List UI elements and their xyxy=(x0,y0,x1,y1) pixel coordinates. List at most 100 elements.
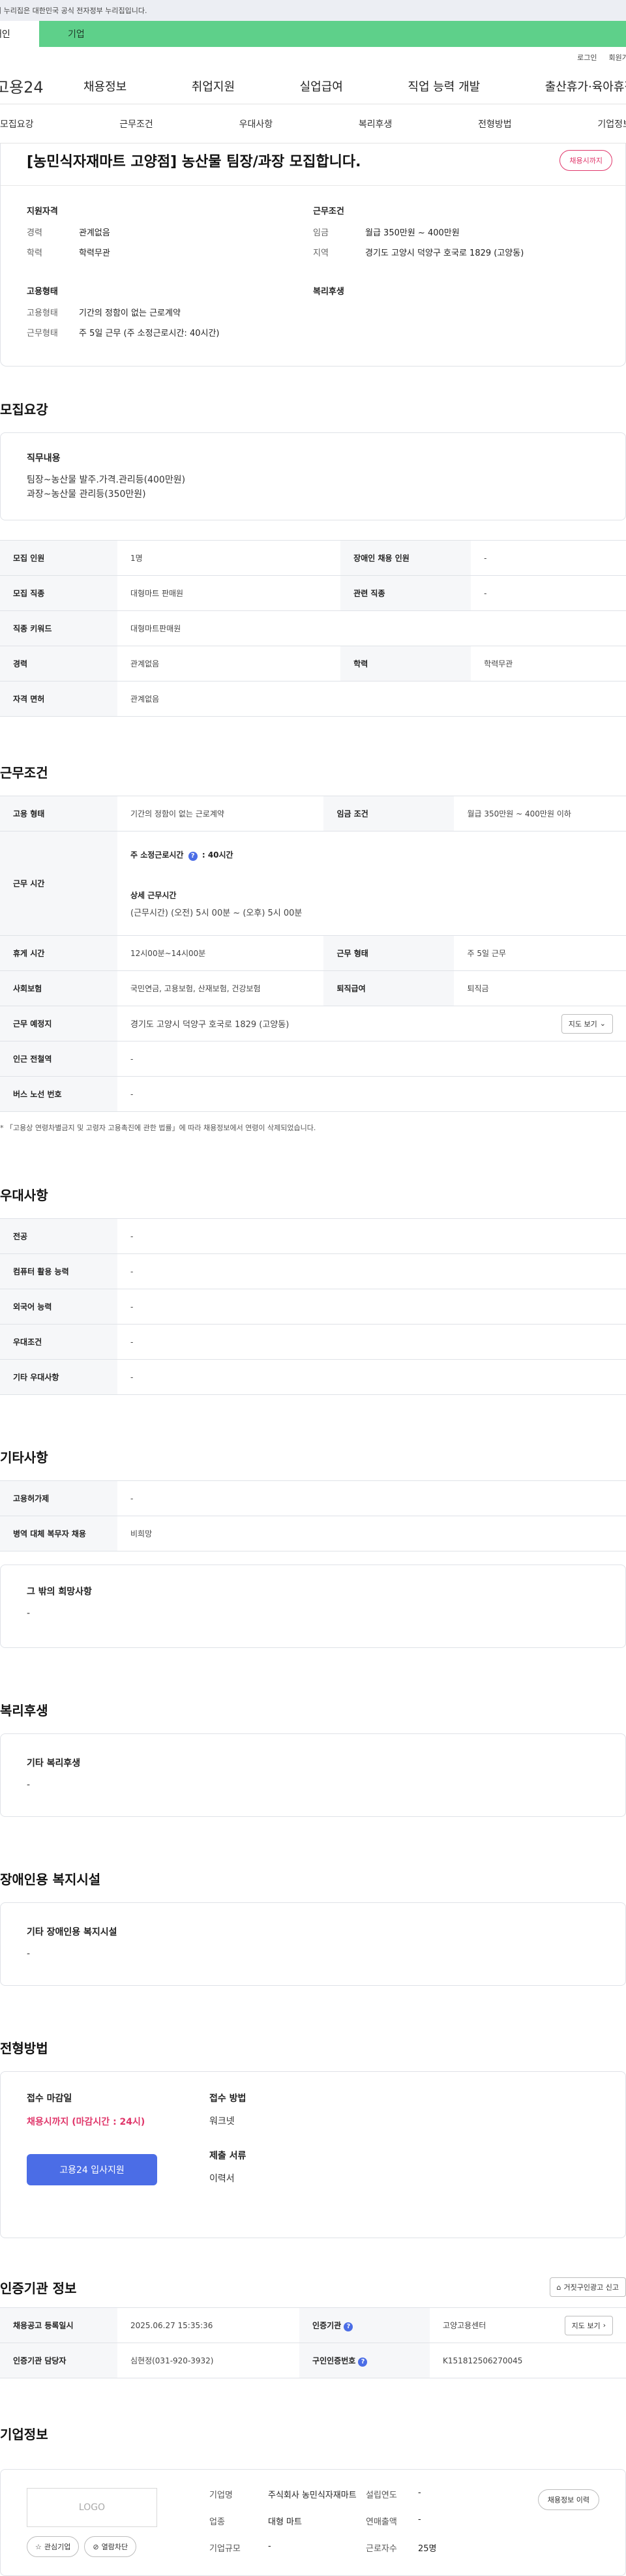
cell-value: - xyxy=(117,1359,626,1396)
report-false-ad-button[interactable]: ⌂ 거짓구인광고 신고 xyxy=(549,2277,626,2298)
cell-label: 구인인증번호 ? xyxy=(299,2343,430,2379)
cell-value: 2025.06.27 15:35:36 xyxy=(117,2307,300,2344)
cell-value: 대형마트 판매원 xyxy=(117,575,341,612)
favorite-company-button[interactable]: ☆ 관심기업 xyxy=(27,2536,80,2558)
cell-label: 인증기관 ? xyxy=(299,2307,430,2344)
deadline-badge: 채용시까지 xyxy=(559,150,612,171)
cell-value: 1명 xyxy=(117,540,341,577)
table-row: 직종 키워드 대형마트판매원 xyxy=(0,610,626,647)
table-row: 채용공고 등록일시 2025.06.27 15:35:36 인증기관 ? 고양고… xyxy=(0,2307,626,2344)
table-row: 고용 형태 기간의 정함이 없는 근로계약 임금 조건 월급 350만원 ~ 4… xyxy=(0,796,626,832)
summary-value: 학력무관 xyxy=(79,248,110,258)
subnav-pref[interactable]: 우대사항 xyxy=(239,117,273,130)
summary-employment: 고용형태 고용형태 기간의 정함이 없는 근로계약 근무형태 주 5일 근무 (주 … xyxy=(27,266,313,346)
company-logo: LOGO xyxy=(27,2488,157,2528)
job-history-button[interactable]: 채용정보 이력 xyxy=(537,2489,599,2511)
subnav-process[interactable]: 전형방법 xyxy=(478,117,512,130)
star-icon: ☆ xyxy=(35,2542,42,2551)
signup-link[interactable]: 회원가입 xyxy=(609,52,626,63)
cell-value: K151812506270045 xyxy=(430,2343,626,2379)
gnb-item-vocational-training[interactable]: 직업 능력 개발 xyxy=(408,78,480,95)
table-row: 기타 우대사항 - xyxy=(0,1359,626,1396)
cert-map-button[interactable]: 지도 보기 › xyxy=(564,2315,613,2335)
tab-business-label: 기업 xyxy=(68,29,85,40)
company-sales-value: - xyxy=(418,2515,421,2525)
cell-value: 퇴직금 xyxy=(454,970,626,1007)
duty-line: 과장~농산물 관리등(350만원) xyxy=(27,488,146,500)
gnb-item-jobs[interactable]: 채용정보 xyxy=(83,78,127,95)
site-logo-text: 고용24 xyxy=(0,78,44,97)
subnav-work[interactable]: 근무조건 xyxy=(119,117,153,130)
summary-label: 학력 xyxy=(27,248,42,258)
welfare-box: 기타 복리후생 - xyxy=(0,1733,626,1818)
summary-welfare: 복리후생 xyxy=(313,266,599,346)
cell-label: 학력 xyxy=(340,646,471,682)
help-icon[interactable]: ? xyxy=(358,2357,368,2367)
welfare-label: 기타 복리후생 xyxy=(27,1758,81,1769)
detail-hours-label: 상세 근무시간 xyxy=(130,890,177,900)
disabled-section-title: 장애인용 복지시설 xyxy=(0,1872,101,1888)
subnav-recruit[interactable]: 모집요강 xyxy=(0,117,34,130)
cell-label: 임금 조건 xyxy=(323,796,455,832)
proc-box: 접수 마감일 채용시까지 (마감시간 : 24시) 고용24 입사지원 접수 방… xyxy=(0,2071,626,2239)
help-icon[interactable]: ? xyxy=(188,851,198,861)
table-row: 외국어 능력 - xyxy=(0,1289,626,1325)
table-row: 사회보험 국민연금, 고용보험, 산재보험, 건강보험 퇴직급여 퇴직금 xyxy=(0,970,626,1007)
summary-label: 고용형태 xyxy=(27,308,58,318)
company-name-value: 주식회사 농민식자재마트 xyxy=(268,2491,357,2501)
proc-left: 접수 마감일 채용시까지 (마감시간 : 24시) 고용24 입사지원 xyxy=(27,2091,209,2218)
block-view-label: 열람차단 xyxy=(101,2543,128,2552)
table-row: 인증기관 담당자 심현정(031-920-3932) 구인인증번호 ? K151… xyxy=(0,2343,626,2379)
company-est-value: - xyxy=(418,2488,421,2498)
block-view-button[interactable]: ⊘ 열람차단 xyxy=(84,2536,137,2558)
site-logo[interactable]: 고용24 xyxy=(0,74,83,97)
cell-value: - xyxy=(117,1253,626,1290)
summary-value: 기간의 정함이 없는 근로계약 xyxy=(79,308,181,318)
cell-value: - xyxy=(117,1324,626,1360)
gnb-item-parental-leave[interactable]: 출산휴가·육아휴직 xyxy=(545,78,626,95)
gnb-item-employment-support[interactable]: 취업지원 xyxy=(192,78,235,95)
gov-banner: 이 누리집은 대한민국 공식 전자정부 누리집입니다. xyxy=(0,0,626,21)
duty-label: 직무내용 xyxy=(27,453,61,464)
help-icon[interactable]: ? xyxy=(344,2322,353,2331)
cert-num-label: 구인인증번호 xyxy=(312,2356,356,2365)
cell-value: - xyxy=(117,1480,626,1517)
cell-label: 우대조건 xyxy=(0,1324,117,1360)
cert-org-label: 인증기관 xyxy=(312,2320,342,2330)
pref-table: 전공 - 컴퓨터 활용 능력 - 외국어 능력 - 우대조건 - 기타 우대사항 - xyxy=(0,1218,626,1396)
user-type-tabs: 개인 기업 xyxy=(0,21,626,47)
table-row: 자격 면허 관계없음 xyxy=(0,681,626,717)
tab-individual[interactable]: 개인 xyxy=(0,21,39,47)
summary-value: 월급 350만원 ~ 400만원 xyxy=(365,228,460,238)
subnav-welfare[interactable]: 복리후생 xyxy=(359,117,393,130)
work-section-title: 근무조건 xyxy=(0,765,48,781)
gnb-item-unemployment-benefit[interactable]: 실업급여 xyxy=(300,78,343,95)
table-row: 근무 예정지 경기도 고양시 덕양구 호국로 1829 (고양동) 지도 보기 ⌄ xyxy=(0,1006,626,1042)
login-link[interactable]: 로그인 xyxy=(577,52,597,63)
proc-section-title: 전형방법 xyxy=(0,2041,48,2057)
summary-value: 주 5일 근무 (주 소정근로시간: 40시간) xyxy=(79,329,220,338)
pref-section-title: 우대사항 xyxy=(0,1188,48,1204)
cell-label: 관련 직종 xyxy=(340,575,471,612)
cell-value: 비희망 xyxy=(117,1516,626,1552)
cell-value: - xyxy=(117,1289,626,1325)
cell-label: 자격 면허 xyxy=(0,681,117,717)
cell-value: 월급 350만원 ~ 400만원 이하 xyxy=(454,796,626,832)
cell-value: 주 소정근로시간 ? : 40시간 상세 근무시간 (근무시간) (오전) 5시… xyxy=(117,831,626,936)
disabled-value: - xyxy=(27,1949,31,1960)
docs-value: 이력서 xyxy=(209,2174,235,2185)
tab-business[interactable]: 기업 xyxy=(39,21,626,47)
map-view-button[interactable]: 지도 보기 ⌄ xyxy=(561,1013,613,1034)
gov-banner-text: 이 누리집은 대한민국 공식 전자정부 누리집입니다. xyxy=(0,7,147,15)
apply-button[interactable]: 고용24 입사지원 xyxy=(27,2154,157,2186)
subnav-company[interactable]: 기업정보 xyxy=(597,117,626,130)
cell-value: 경기도 고양시 덕양구 호국로 1829 (고양동) 지도 보기 ⌄ xyxy=(117,1006,626,1042)
cell-value: 주 5일 근무 xyxy=(454,935,626,972)
summary-label: 근무형태 xyxy=(27,329,58,338)
company-logo-area: LOGO ☆ 관심기업 ⊘ 열람차단 xyxy=(27,2488,157,2558)
wish-label: 그 밖의 희망사항 xyxy=(27,1587,92,1598)
wish-value: - xyxy=(27,1608,31,1619)
cert-map-label: 지도 보기 xyxy=(571,2321,601,2330)
cell-label: 버스 노선 번호 xyxy=(0,1076,117,1113)
table-row: 인근 전철역 - xyxy=(0,1041,626,1077)
